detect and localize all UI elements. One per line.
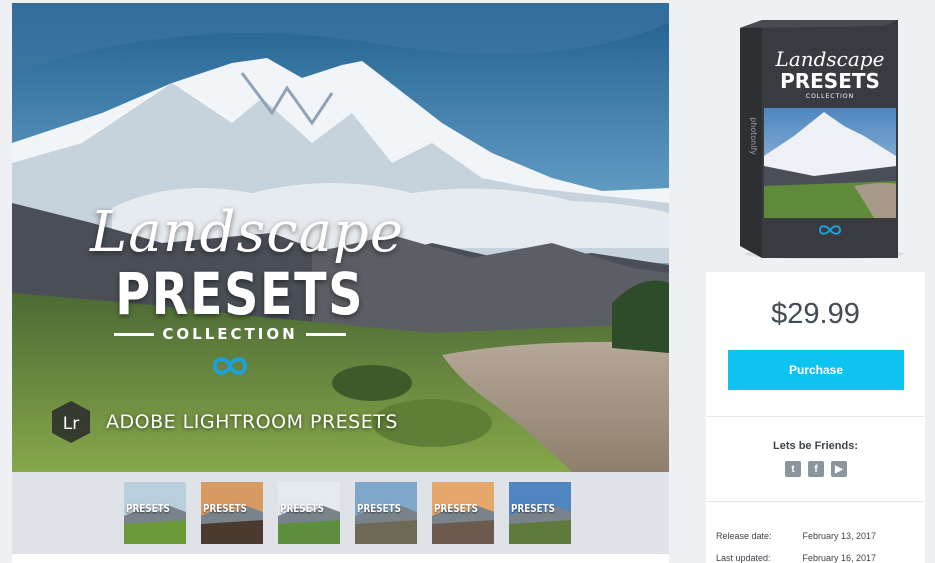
thumbnail[interactable]: PRESETS <box>278 482 340 544</box>
infinity-icon <box>212 357 248 375</box>
lightroom-icon: Lr <box>52 401 90 443</box>
product-box-image: Landscape PRESETS COLLECTION photonify <box>740 20 904 259</box>
thumbnail-strip: PRESETS PRESETS PRESETS PRESETS PRESETS PRESE… <box>12 472 669 554</box>
box-script-title: Landscape <box>775 47 885 71</box>
release-date-label: Release date: <box>716 531 772 541</box>
thumbnail[interactable]: PRESETS <box>509 482 571 544</box>
lightroom-caption: ADOBE LIGHTROOM PRESETS <box>106 411 398 433</box>
friends-heading: Lets be Friends: <box>773 440 858 452</box>
purchase-button[interactable]: Purchase <box>728 350 904 390</box>
release-date-row: Release date: February 13, 2017 <box>716 531 876 541</box>
thumbnail-label: PRESETS <box>203 502 247 515</box>
divider <box>114 332 155 336</box>
thumbnail-label: PRESETS <box>434 502 478 515</box>
thumbnail-label: PRESETS <box>511 502 555 515</box>
lr-badge-text: Lr <box>63 414 79 434</box>
hero-script-title: Landscape <box>90 200 404 265</box>
divider <box>706 416 925 417</box>
lightroom-badge: Lr ADOBE LIGHTROOM PRESETS <box>48 399 398 445</box>
thumbnail-label: PRESETS <box>280 502 324 515</box>
hero-image: Landscape PRESETS COLLECTION Lr ADOBE LI… <box>12 3 669 472</box>
last-updated-label: Last updated: <box>716 553 771 563</box>
thumbnail[interactable]: PRESETS <box>201 482 263 544</box>
thumbnail[interactable]: PRESETS <box>124 482 186 544</box>
purchase-panel: $29.99 Purchase Lets be Friends: t f ▶ R… <box>706 272 925 563</box>
youtube-icon[interactable]: ▶ <box>831 461 847 477</box>
thumbnail[interactable]: PRESETS <box>355 482 417 544</box>
box-main-title: PRESETS <box>780 69 880 93</box>
last-updated-row: Last updated: February 16, 2017 <box>716 553 876 563</box>
thumbnail-label: PRESETS <box>126 502 170 515</box>
facebook-icon[interactable]: f <box>808 461 824 477</box>
thumbnail[interactable]: PRESETS <box>432 482 494 544</box>
last-updated-value: February 16, 2017 <box>802 553 877 563</box>
twitter-icon[interactable]: t <box>785 461 801 477</box>
social-links: t f ▶ <box>785 461 847 477</box>
hero-title-block: Landscape PRESETS COLLECTION <box>90 200 404 381</box>
release-date-value: February 13, 2017 <box>802 531 877 541</box>
divider <box>706 501 925 502</box>
box-subtitle: COLLECTION <box>806 93 854 100</box>
divider <box>305 332 346 336</box>
price: $29.99 <box>771 298 860 330</box>
hero-main-title: PRESETS <box>115 260 365 328</box>
content-area <box>12 554 669 563</box>
box-spine-text: photonify <box>749 117 758 155</box>
thumbnail-label: PRESETS <box>357 502 401 515</box>
